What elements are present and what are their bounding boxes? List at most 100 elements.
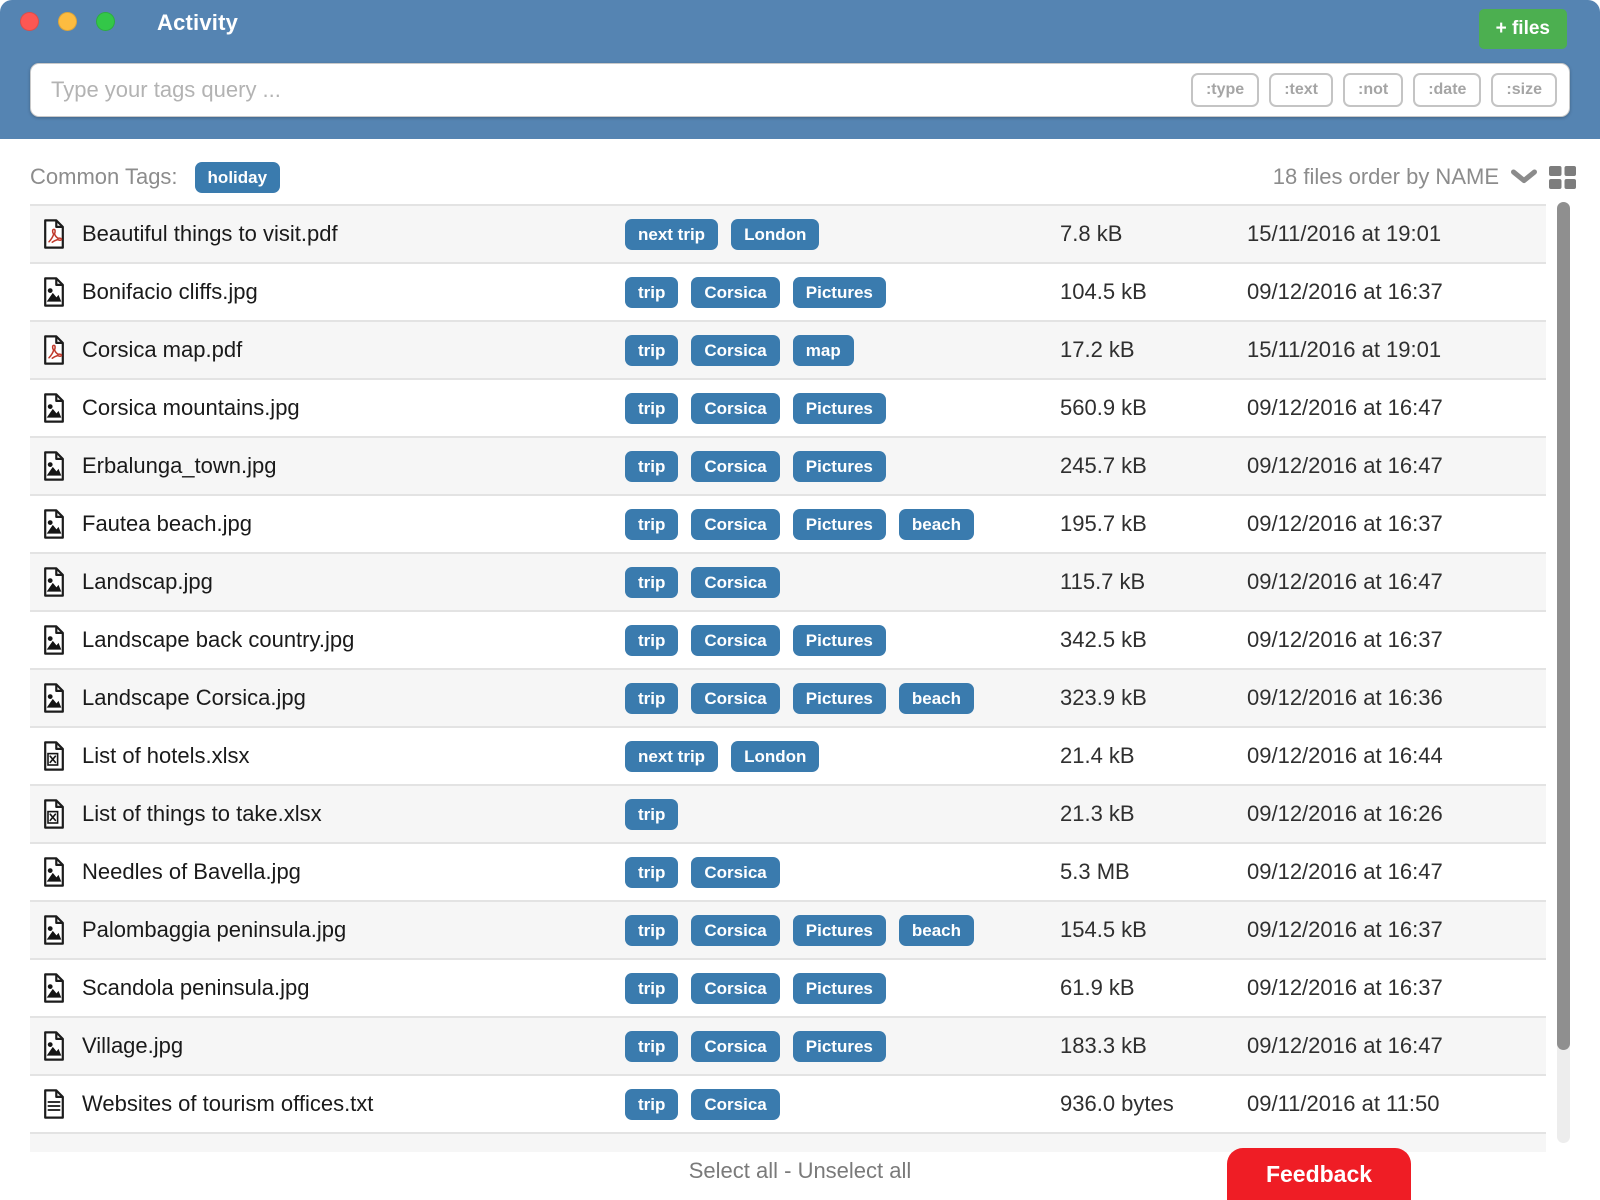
table-row[interactable]: Village.jpgtripCorsicaPictures183.3 kB09… xyxy=(30,1016,1546,1074)
tag-pill[interactable]: Pictures xyxy=(793,277,886,308)
tag-pill[interactable]: beach xyxy=(899,915,974,946)
tag-pill[interactable]: trip xyxy=(625,1089,678,1120)
file-date: 09/12/2016 at 16:37 xyxy=(1247,917,1546,943)
tag-pill[interactable]: trip xyxy=(625,799,678,830)
table-row[interactable]: Landscape Corsica.jpgtrip Corsica Pictures… xyxy=(30,668,1546,726)
select-all-link[interactable]: Select all xyxy=(689,1158,778,1183)
image-file-icon xyxy=(42,857,82,887)
table-row[interactable]: Corsica map.pdftripCorsicamap17.2 kB15/1… xyxy=(30,320,1546,378)
close-window-icon[interactable] xyxy=(20,12,39,31)
scrollbar-thumb[interactable] xyxy=(1557,202,1570,1050)
filter-text-button[interactable]: :text xyxy=(1269,73,1333,107)
file-name[interactable]: Fautea beach.jpg xyxy=(82,511,625,537)
table-row[interactable]: Landscap.jpgtripCorsica115.7 kB09/12/201… xyxy=(30,552,1546,610)
tag-pill[interactable]: trip xyxy=(625,509,678,540)
filter-not-button[interactable]: :not xyxy=(1343,73,1403,107)
table-row[interactable]: Erbalunga_town.jpgtripCorsicaPictures245… xyxy=(30,436,1546,494)
tag-pill[interactable]: Pictures xyxy=(793,625,886,656)
table-row[interactable]: Palombaggia peninsula.jpgtrip Corsica Pict… xyxy=(30,900,1546,958)
tag-pill[interactable]: Corsica xyxy=(691,973,779,1004)
file-name[interactable]: Websites of tourism offices.txt xyxy=(82,1091,625,1117)
tag-pill[interactable]: Pictures xyxy=(793,683,886,714)
tag-pill[interactable]: trip xyxy=(625,277,678,308)
table-row[interactable]: List of things to take.xlsxtrip21.3 kB09… xyxy=(30,784,1546,842)
tag-pill[interactable]: Pictures xyxy=(793,451,886,482)
file-tags: trip Corsica xyxy=(625,857,1060,888)
minimize-window-icon[interactable] xyxy=(58,12,77,31)
table-row[interactable]: Fautea beach.jpgtrip Corsica Pictures beach… xyxy=(30,494,1546,552)
tag-pill[interactable]: next trip xyxy=(625,741,718,772)
file-name[interactable]: Landscap.jpg xyxy=(82,569,625,595)
tag-pill[interactable]: trip xyxy=(625,335,678,366)
sort-chevron-down-icon[interactable] xyxy=(1510,169,1538,185)
table-row[interactable]: Websites of tourism offices.txttrip Corsi… xyxy=(30,1074,1546,1132)
file-name[interactable]: Landscape Corsica.jpg xyxy=(82,685,625,711)
table-row[interactable]: Corsica mountains.jpgtrip Corsica Pictures… xyxy=(30,378,1546,436)
tag-pill[interactable]: Pictures xyxy=(793,1031,886,1062)
file-name[interactable]: Corsica mountains.jpg xyxy=(82,395,625,421)
file-name[interactable]: Corsica map.pdf xyxy=(82,337,625,363)
tag-pill[interactable]: Corsica xyxy=(691,451,779,482)
table-row[interactable]: Bonifacio cliffs.jpgtripCorsicaPictures1… xyxy=(30,262,1546,320)
tag-pill[interactable]: Corsica xyxy=(691,1031,779,1062)
tag-pill[interactable]: Corsica xyxy=(691,393,779,424)
file-name[interactable]: List of things to take.xlsx xyxy=(82,801,625,827)
file-name[interactable]: Village.jpg xyxy=(82,1033,625,1059)
tag-pill[interactable]: Corsica xyxy=(691,857,779,888)
grid-view-icon[interactable] xyxy=(1549,166,1576,189)
file-tags: trip Corsica Pictures beach xyxy=(625,509,1060,540)
file-name[interactable]: Needles of Bavella.jpg xyxy=(82,859,625,885)
tag-pill[interactable]: trip xyxy=(625,915,678,946)
filter-size-button[interactable]: :size xyxy=(1491,73,1557,107)
tag-pill[interactable]: next trip xyxy=(625,219,718,250)
file-tags: trip Corsica Pictures beach xyxy=(625,915,1060,946)
tag-pill[interactable]: Corsica xyxy=(691,567,779,598)
tag-pill[interactable]: Pictures xyxy=(793,509,886,540)
tag-pill[interactable]: trip xyxy=(625,567,678,598)
tags-query-input[interactable] xyxy=(31,64,1191,116)
file-tags: next trip London xyxy=(625,741,1060,772)
add-files-button[interactable]: + files xyxy=(1479,9,1567,49)
tag-pill[interactable]: trip xyxy=(625,393,678,424)
tag-pill[interactable]: trip xyxy=(625,683,678,714)
tag-pill[interactable]: Pictures xyxy=(793,915,886,946)
tag-pill[interactable]: Corsica xyxy=(691,625,779,656)
tag-pill[interactable]: map xyxy=(793,335,854,366)
file-name[interactable]: Scandola peninsula.jpg xyxy=(82,975,625,1001)
tag-pill[interactable]: Corsica xyxy=(691,683,779,714)
tag-pill[interactable]: Corsica xyxy=(691,277,779,308)
common-tag-holiday[interactable]: holiday xyxy=(195,162,281,193)
file-name[interactable]: Palombaggia peninsula.jpg xyxy=(82,917,625,943)
unselect-all-link[interactable]: Unselect all xyxy=(798,1158,912,1183)
feedback-button[interactable]: Feedback xyxy=(1227,1148,1411,1200)
file-name[interactable]: Beautiful things to visit.pdf xyxy=(82,221,625,247)
tag-pill[interactable]: Pictures xyxy=(793,393,886,424)
tag-pill[interactable]: Corsica xyxy=(691,915,779,946)
tag-pill[interactable]: beach xyxy=(899,683,974,714)
tag-pill[interactable]: trip xyxy=(625,857,678,888)
table-row[interactable]: Landscape back country.jpgtrip Corsica Pic… xyxy=(30,610,1546,668)
tag-pill[interactable]: London xyxy=(731,741,819,772)
file-name[interactable]: Erbalunga_town.jpg xyxy=(82,453,625,479)
tag-pill[interactable]: Corsica xyxy=(691,1089,779,1120)
tag-pill[interactable]: Corsica xyxy=(691,509,779,540)
tag-pill[interactable]: trip xyxy=(625,1031,678,1062)
file-name[interactable]: Landscape back country.jpg xyxy=(82,627,625,653)
tag-pill[interactable]: Pictures xyxy=(793,973,886,1004)
table-row[interactable]: List of hotels.xlsxnext tripLondon21.4 k… xyxy=(30,726,1546,784)
tag-pill[interactable]: trip xyxy=(625,625,678,656)
tag-pill[interactable]: trip xyxy=(625,451,678,482)
table-row[interactable]: Beautiful things to visit.pdfnext trip Lo… xyxy=(30,204,1546,262)
scrollbar-track[interactable] xyxy=(1557,202,1570,1143)
filter-date-button[interactable]: :date xyxy=(1413,73,1481,107)
tag-pill[interactable]: trip xyxy=(625,973,678,1004)
tag-pill[interactable]: Corsica xyxy=(691,335,779,366)
table-row[interactable]: Needles of Bavella.jpgtripCorsica5.3 MB0… xyxy=(30,842,1546,900)
table-row[interactable]: Scandola peninsula.jpgtrip Corsica Picture… xyxy=(30,958,1546,1016)
zoom-window-icon[interactable] xyxy=(96,12,115,31)
tag-pill[interactable]: London xyxy=(731,219,819,250)
tag-pill[interactable]: beach xyxy=(899,509,974,540)
file-name[interactable]: Bonifacio cliffs.jpg xyxy=(82,279,625,305)
filter-type-button[interactable]: :type xyxy=(1191,73,1259,107)
file-name[interactable]: List of hotels.xlsx xyxy=(82,743,625,769)
